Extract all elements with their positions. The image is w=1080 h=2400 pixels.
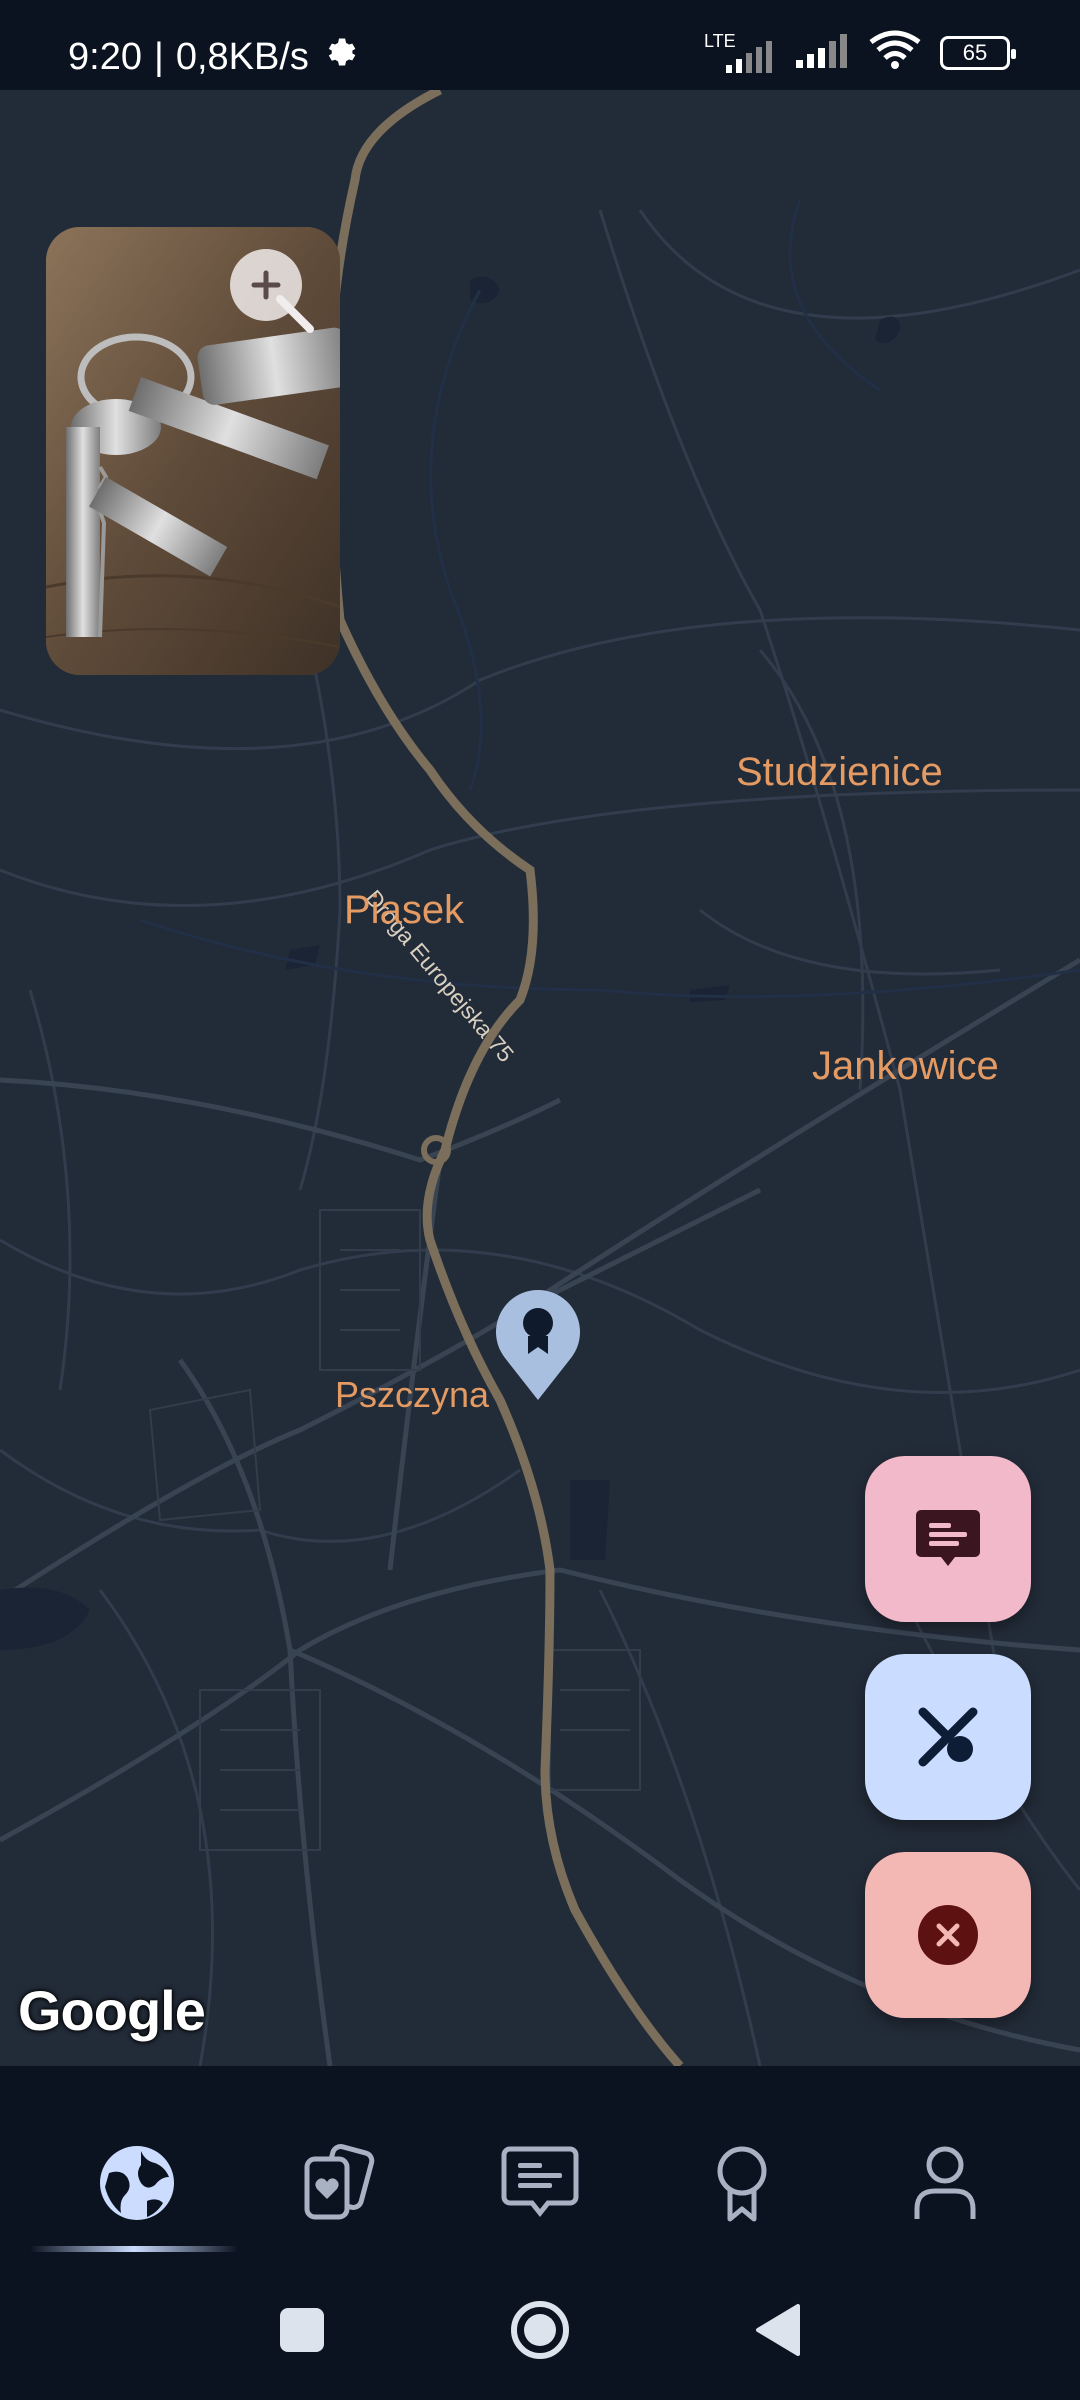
status-separator: |	[153, 35, 164, 78]
chat-icon	[501, 2146, 579, 2218]
settings-gear-icon	[321, 34, 357, 80]
cards-icon	[304, 2144, 375, 2220]
nav-item-cards[interactable]	[282, 2128, 392, 2238]
tools-icon	[918, 1707, 978, 1767]
system-back-button[interactable]	[738, 2290, 818, 2370]
close-fab-button[interactable]	[865, 1852, 1031, 2018]
nav-item-messages[interactable]	[485, 2128, 595, 2238]
status-time: 9:20	[68, 35, 142, 78]
zoom-in-icon	[251, 270, 314, 333]
nav-item-awards[interactable]	[687, 2128, 797, 2238]
lte-signal-icon: LTE	[704, 31, 778, 75]
square-icon	[280, 2308, 324, 2352]
award-icon	[717, 2146, 767, 2222]
status-bar: 9:20 | 0,8KB/s LTE 65	[0, 0, 1080, 90]
location-marker[interactable]	[495, 1290, 581, 1402]
battery-indicator: 65	[940, 35, 1016, 70]
place-label-piasek: Piasek	[344, 888, 465, 932]
chat-fab-button[interactable]	[865, 1456, 1031, 1622]
system-recents-button[interactable]	[262, 2290, 342, 2370]
active-tab-indicator	[30, 2246, 238, 2252]
place-label-jankowice: Jankowice	[812, 1044, 999, 1088]
close-icon	[918, 1905, 978, 1965]
status-right: LTE 65	[704, 30, 1016, 75]
nav-item-profile[interactable]	[890, 2128, 1000, 2238]
chat-icon	[916, 1510, 980, 1566]
nav-item-map[interactable]	[82, 2128, 192, 2238]
highway-road	[325, 90, 684, 2066]
award-marker-icon	[496, 1290, 580, 1400]
listing-image-thumbnail[interactable]	[46, 227, 340, 675]
place-label-pszczyna: Pszczyna	[335, 1374, 490, 1415]
place-label-studzienice: Studzienice	[736, 750, 943, 794]
globe-icon	[100, 2146, 174, 2220]
circle-icon	[511, 2301, 569, 2359]
battery-level: 65	[962, 39, 988, 65]
back-triangle-icon	[756, 2304, 800, 2356]
signal-icon	[796, 32, 850, 73]
zoom-in-button[interactable]	[230, 249, 314, 333]
tools-fab-button[interactable]	[865, 1654, 1031, 1820]
wifi-icon	[868, 30, 922, 75]
person-icon	[914, 2146, 976, 2219]
google-attribution: Google	[18, 1979, 206, 2042]
system-home-button[interactable]	[500, 2290, 580, 2370]
status-speed: 0,8KB/s	[175, 35, 309, 78]
status-left: 9:20 | 0,8KB/s	[68, 34, 357, 80]
